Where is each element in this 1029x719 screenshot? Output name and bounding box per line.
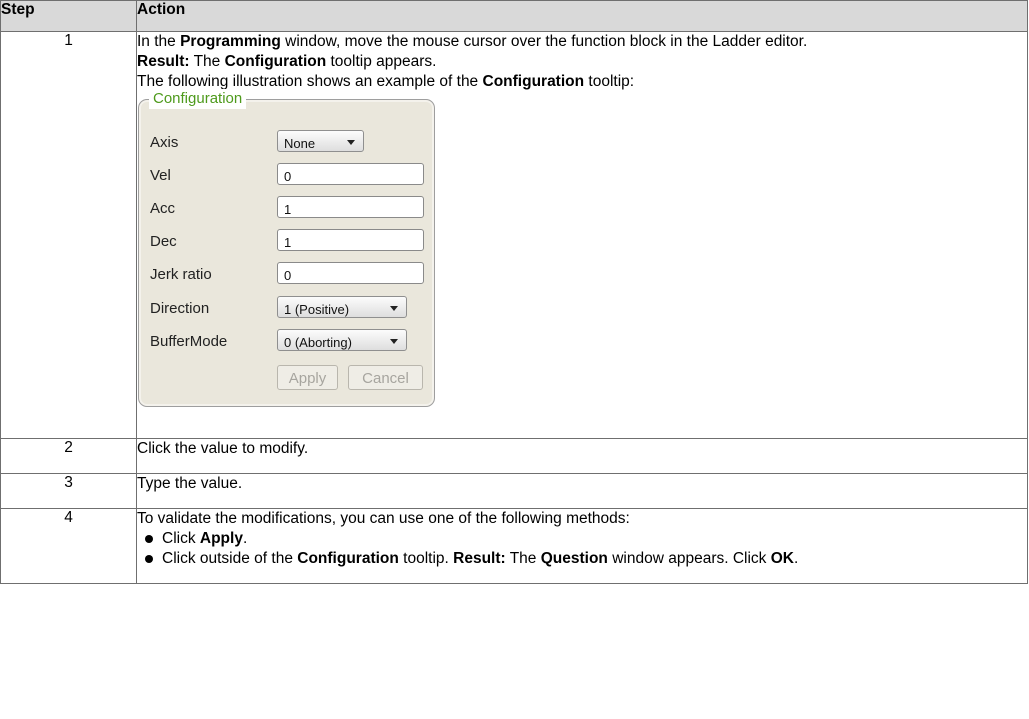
procedure-table: Step Action 1 In the Programming window,…	[0, 0, 1028, 584]
apply-button[interactable]: Apply	[277, 365, 338, 390]
direction-dropdown[interactable]: 1 (Positive)	[277, 296, 407, 318]
direction-row: Direction 1 (Positive)	[150, 296, 426, 320]
axis-dropdown[interactable]: None	[277, 130, 364, 152]
action-line: In the Programming window, move the mous…	[137, 33, 808, 50]
table-row: 3 Type the value.	[0, 473, 1028, 509]
buffer-mode-dropdown[interactable]: 0 (Aborting)	[277, 329, 407, 351]
list-item: Click outside of the Configuration toolt…	[137, 549, 1027, 569]
acc-input[interactable]: 1	[277, 196, 424, 218]
buffer-mode-label: BufferMode	[150, 333, 228, 350]
axis-row: Axis None	[150, 130, 426, 154]
table-header-row: Step Action	[0, 0, 1028, 32]
acc-row: Acc 1	[150, 196, 426, 220]
tooltip-title: Configuration	[149, 89, 247, 109]
bullet-icon	[145, 535, 153, 543]
direction-label: Direction	[150, 300, 210, 317]
step-action: Type the value.	[136, 473, 1028, 509]
table-row: 4 To validate the modifications, you can…	[0, 508, 1028, 584]
bullet-icon	[145, 555, 153, 563]
methods-intro: To validate the modifications, you can u…	[137, 510, 630, 527]
dec-label: Dec	[150, 233, 177, 250]
buffer-mode-row: BufferMode 0 (Aborting)	[150, 329, 426, 353]
step-action: Click the value to modify.	[136, 438, 1028, 474]
step-number: 4	[0, 508, 137, 584]
table-row: 2 Click the value to modify.	[0, 438, 1028, 474]
step-number: 1	[0, 31, 137, 439]
acc-label: Acc	[150, 200, 176, 217]
vel-label: Vel	[150, 167, 171, 184]
step-action: In the Programming window, move the mous…	[136, 31, 1028, 439]
dec-row: Dec 1	[150, 229, 426, 253]
chevron-down-icon	[390, 339, 398, 344]
illustration-caption: The following illustration shows an exam…	[137, 73, 635, 90]
methods-list: Click Apply. Click outside of the Config…	[137, 529, 1027, 569]
chevron-down-icon	[347, 140, 355, 145]
step-action: To validate the modifications, you can u…	[136, 508, 1028, 584]
step-number: 3	[0, 473, 137, 509]
jerk-ratio-input[interactable]: 0	[277, 262, 424, 284]
jerk-ratio-label: Jerk ratio	[150, 266, 212, 283]
table-row: 1 In the Programming window, move the mo…	[0, 31, 1028, 439]
step-number: 2	[0, 438, 137, 474]
dec-input[interactable]: 1	[277, 229, 424, 251]
vel-input[interactable]: 0	[277, 163, 424, 185]
jerk-ratio-row: Jerk ratio 0	[150, 262, 426, 286]
configuration-tooltip: Configuration Axis None Vel 0 Acc 1 Dec …	[138, 89, 435, 407]
header-action: Action	[136, 0, 1028, 32]
vel-row: Vel 0	[150, 163, 426, 187]
header-step: Step	[0, 0, 137, 32]
result-line: Result: The Configuration tooltip appear…	[137, 53, 437, 70]
cancel-button[interactable]: Cancel	[348, 365, 423, 390]
list-item: Click Apply.	[137, 529, 1027, 549]
axis-label: Axis	[150, 134, 179, 151]
chevron-down-icon	[390, 306, 398, 311]
